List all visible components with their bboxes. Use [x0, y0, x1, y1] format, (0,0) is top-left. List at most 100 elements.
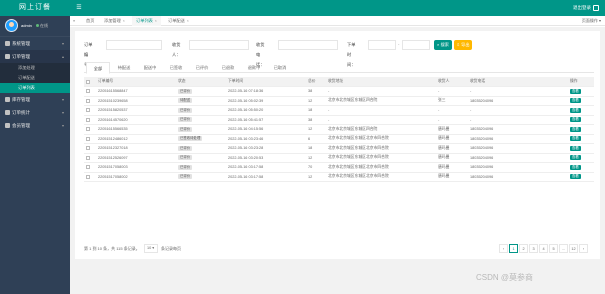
checkbox-icon[interactable]: [86, 117, 90, 122]
page-actions-menu[interactable]: 页面操作 ▾: [582, 16, 601, 26]
tab-scroll-left-icon[interactable]: «: [73, 18, 75, 23]
checkbox-icon[interactable]: [86, 79, 90, 84]
view-button[interactable]: 查看: [570, 164, 581, 170]
phone: 18035204096: [468, 172, 568, 182]
view-button[interactable]: 查看: [570, 117, 581, 123]
row-checkbox-cell[interactable]: [84, 105, 96, 116]
checkbox-icon[interactable]: [86, 136, 90, 141]
table-row[interactable]: 22051517058003 已评价 2022-05-16 03:17:58 70 北京…: [84, 162, 594, 173]
checkbox-icon[interactable]: [86, 165, 90, 170]
checkbox-icon[interactable]: [86, 155, 90, 160]
select-all-checkbox-cell[interactable]: [84, 77, 96, 87]
page-button[interactable]: 12: [569, 244, 578, 253]
row-checkbox-cell[interactable]: [84, 86, 96, 97]
status-tab[interactable]: 已签收: [164, 62, 188, 73]
table-row[interactable]: 22051615568847 已评价 2022-05-16 07:18:36 38- -…: [84, 86, 594, 97]
view-button[interactable]: 查看: [570, 107, 581, 113]
view-button[interactable]: 查看: [570, 145, 581, 151]
page-button[interactable]: 4: [539, 244, 548, 253]
sidebar-item[interactable]: 会员管理 ▾: [0, 119, 70, 132]
status-tab[interactable]: 退款中: [242, 62, 266, 73]
close-icon[interactable]: ×: [155, 19, 157, 23]
row-checkbox-cell[interactable]: [84, 143, 96, 154]
view-button[interactable]: 查看: [570, 98, 581, 104]
row-checkbox-cell[interactable]: [84, 124, 96, 135]
order-total: 70: [306, 162, 326, 173]
view-button[interactable]: 查看: [570, 174, 581, 180]
status-tab[interactable]: 已评价: [190, 62, 214, 73]
table-row[interactable]: 22051517058002 已评价 2022-05-16 03:17:58 12 北京…: [84, 172, 594, 182]
page-button[interactable]: 3: [529, 244, 538, 253]
search-button[interactable]: ⌕ 搜索: [434, 40, 452, 50]
hamburger-icon[interactable]: ☰: [74, 3, 84, 13]
page-size-select[interactable]: 10 ▾: [144, 244, 158, 253]
view-button[interactable]: 查看: [570, 155, 581, 161]
column-header: 收货电话: [468, 77, 568, 87]
order-no: 22051615566535: [96, 124, 176, 135]
time-end-input[interactable]: [402, 40, 430, 50]
sidebar-subitem[interactable]: 订单配送: [0, 73, 70, 83]
checkbox-icon[interactable]: [86, 127, 90, 132]
status-tab[interactable]: 全部: [86, 62, 110, 74]
page-button[interactable]: 1: [509, 244, 518, 253]
checkbox-icon[interactable]: [86, 108, 90, 113]
close-icon[interactable]: ×: [123, 19, 125, 23]
status-badge: 已评价: [178, 155, 193, 161]
export-button[interactable]: ⇩ 导出: [454, 40, 472, 50]
sidebar-item[interactable]: 库存管理 ▾: [0, 93, 70, 106]
phone: 18035204096: [468, 143, 568, 154]
page-button[interactable]: ›: [579, 244, 588, 253]
view-button[interactable]: 查看: [570, 126, 581, 132]
order-no: 22051615568847: [96, 86, 176, 97]
table-row[interactable]: 22051512327018 已评价 2022-05-16 03:23:28 18 北京…: [84, 143, 594, 154]
status-tab[interactable]: 待配送: [112, 62, 136, 73]
checkbox-icon[interactable]: [86, 174, 90, 179]
page-button[interactable]: ‹: [499, 244, 508, 253]
receiver-input[interactable]: [189, 40, 249, 50]
checkbox-icon[interactable]: [86, 98, 90, 103]
sidebar-item[interactable]: 系统管理 ▾: [0, 37, 70, 50]
page-tab[interactable]: 订单列表 ×: [132, 16, 161, 26]
row-checkbox-cell[interactable]: [84, 172, 96, 182]
view-button[interactable]: 查看: [570, 136, 581, 142]
page-tab[interactable]: 添加管理 ×: [100, 16, 129, 26]
page-tab[interactable]: 首页: [82, 16, 98, 26]
op-cell: 查看: [568, 162, 594, 173]
sidebar-subitem[interactable]: 订单列表: [0, 83, 70, 93]
order-no-input[interactable]: [106, 40, 162, 50]
page-tab[interactable]: 订单配送 ×: [164, 16, 193, 26]
table-row[interactable]: 22051615566535 已评价 2022-05-16 04:15:56 12 北京…: [84, 124, 594, 135]
time-start-input[interactable]: [368, 40, 396, 50]
row-checkbox-cell[interactable]: [84, 134, 96, 144]
status-tab[interactable]: 配送中: [138, 62, 162, 73]
logout-link[interactable]: 退出登录: [573, 0, 591, 16]
phone-input[interactable]: [278, 40, 338, 50]
order-total: 12: [306, 153, 326, 163]
table-row[interactable]: 22051512486012 已签收待处理 2022-05-16 03:23:46 6…: [84, 134, 594, 144]
logout-icon[interactable]: [593, 5, 599, 11]
checkbox-icon[interactable]: [86, 89, 90, 94]
page-button[interactable]: 5: [549, 244, 558, 253]
view-button[interactable]: 查看: [570, 88, 581, 94]
row-checkbox-cell[interactable]: [84, 153, 96, 163]
online-status-dot-icon: [36, 24, 39, 27]
sidebar-item[interactable]: 订单统计 ▾: [0, 106, 70, 119]
table-row[interactable]: 22051614570620 已评价 2022-05-16 05:41:57 38- -…: [84, 115, 594, 125]
page-button[interactable]: …: [559, 244, 568, 253]
sidebar-item[interactable]: 订单管理 ▴: [0, 50, 70, 63]
avatar[interactable]: [5, 19, 18, 32]
status-tab[interactable]: 已退款: [216, 62, 240, 73]
table-row[interactable]: 22051512526097 已评价 2022-05-16 03:20:53 12 北京…: [84, 153, 594, 163]
order-no: 22051512486012: [96, 134, 176, 144]
table-row[interactable]: 22051515820537 已评价 2022-05-16 05:50:20 18- -…: [84, 105, 594, 116]
receiver: -: [436, 105, 468, 116]
status-tab[interactable]: 已取消: [268, 62, 292, 73]
sidebar-subitem[interactable]: 添加处理: [0, 63, 70, 73]
row-checkbox-cell[interactable]: [84, 162, 96, 173]
row-checkbox-cell[interactable]: [84, 96, 96, 106]
row-checkbox-cell[interactable]: [84, 115, 96, 125]
page-button[interactable]: 2: [519, 244, 528, 253]
checkbox-icon[interactable]: [86, 146, 90, 151]
table-row[interactable]: 22051510239658 待配送 2022-05-16 05:02:39 12 北京…: [84, 96, 594, 106]
close-icon[interactable]: ×: [187, 19, 189, 23]
